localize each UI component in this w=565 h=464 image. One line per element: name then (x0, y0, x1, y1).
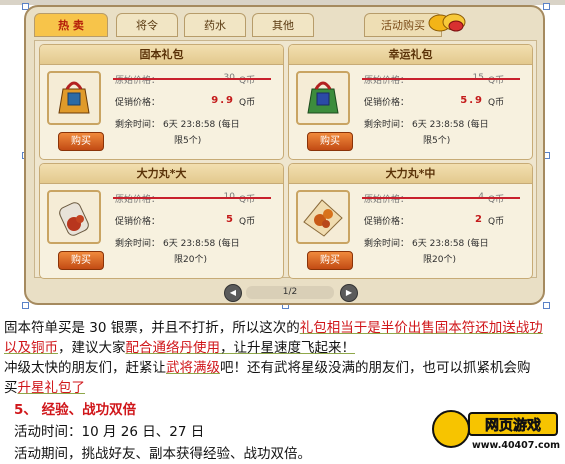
highlight-text: 以及铜币 (4, 340, 58, 356)
event-time: 活动时间：10 月 26 日、27 日 (14, 424, 205, 440)
highlight-text: 武将满级 (166, 360, 220, 376)
product-card-dalitwan-large: 大力丸*大 原始价格：10Q币 促销价格：5Q币 剩余时间：6天 23:8:58… (39, 163, 284, 279)
remaining-time: 剩余时间： 6天 23:8:58 (每日 (364, 120, 489, 130)
buy-button[interactable]: 购买 (307, 132, 353, 151)
promo-price: 促销价格： 9.9 Q币 (115, 95, 256, 108)
text-span: ，建议大家 (58, 340, 126, 356)
section-heading: 5、 经验、战功双倍 (14, 402, 137, 418)
paragraph-line-3: 冲级太快的朋友们，赶紧让武将满级吧！还有武将星级没满的朋友们，也可以抓紧机会购 (4, 358, 531, 378)
promo-price: 促销价格： 5.9 Q币 (364, 95, 505, 108)
paragraph-line-1: 固本符单买是 30 银票，并且不打折，所以这次的礼包相当于是半价出售固本符还加送… (4, 318, 543, 338)
highlight-text: 礼包相当于是半价出售固本符还加送战功 (299, 320, 543, 336)
tab-other[interactable]: 其他 (252, 13, 314, 37)
highlight-text: 配合通络丹使用 (125, 340, 221, 356)
paragraph-line-2: 以及铜币，建议大家配合通络丹使用，让升星速度飞起来！ (4, 338, 355, 358)
gift-pack-icon (296, 71, 350, 125)
text-span: 固本符单买是 30 银票，并且不打折，所以这次的 (4, 320, 300, 336)
remaining-time: 剩余时间： 6天 23:8:58 (每日 (115, 120, 240, 130)
shop-tabs: 热 卖 将令 药水 其他 活动购买 (34, 13, 537, 39)
text-span: ，让升星速度飞起来！ (220, 340, 355, 356)
product-title: 幸运礼包 (289, 45, 532, 65)
product-card-guben-pack: 固本礼包 原始价格：30Q币 促销价格：9.9Q币 剩余时间：6天 23:8:5… (39, 44, 284, 160)
pagination: ◀ 1/2 ▶ (222, 284, 362, 302)
text-span: 买 (4, 380, 18, 396)
product-card-dalitwan-medium: 大力丸*中 原始价格：4Q币 促销价格：2Q币 剩余时间：6天 23:8:58 … (288, 163, 533, 279)
original-price: 原始价格：15Q币 (362, 73, 520, 86)
page-indicator: 1/2 (246, 286, 334, 299)
logo-url: www.40407.com (472, 440, 561, 451)
purchase-limit: 限5个) (423, 136, 451, 146)
paragraph-line-4: 买升星礼包了 (4, 378, 85, 398)
product-card-lucky-pack: 幸运礼包 原始价格：15Q币 促销价格：5.9Q币 剩余时间：6天 23:8:5… (288, 44, 533, 160)
tab-hot[interactable]: 热 卖 (34, 13, 108, 37)
purchase-limit: 限5个) (174, 136, 202, 146)
pill-bottle-icon (47, 190, 101, 244)
highlight-text: 升星礼包了 (17, 380, 86, 396)
mascot-icon (432, 410, 470, 448)
event-period: 活动期间，挑战好友、副本获得经验、战功双倍。 (14, 446, 311, 462)
purchase-limit: 限20个) (174, 255, 207, 265)
remaining-time: 剩余时间： 6天 23:8:58 (每日 (364, 239, 489, 249)
purchase-limit: 限20个) (423, 255, 456, 265)
next-page-button[interactable]: ▶ (340, 284, 358, 302)
product-title: 大力丸*大 (40, 164, 283, 184)
product-title: 固本礼包 (40, 45, 283, 65)
text-span: 冲级太快的朋友们，赶紧让 (4, 360, 166, 376)
original-price: 原始价格：4Q币 (362, 192, 520, 205)
tab-potions[interactable]: 药水 (184, 13, 246, 37)
buy-button[interactable]: 购买 (58, 251, 104, 270)
remaining-time: 剩余时间： 6天 23:8:58 (每日 (115, 239, 240, 249)
original-price: 原始价格：30Q币 (113, 73, 271, 86)
resize-handle-tr[interactable] (543, 3, 550, 10)
tab-general-token[interactable]: 将令 (116, 13, 178, 37)
gold-coins-icon (428, 13, 466, 32)
site-logo: 网页游戏 www.40407.com (432, 410, 560, 462)
product-title: 大力丸*中 (289, 164, 532, 184)
shop-panel: 热 卖 将令 药水 其他 活动购买 固本礼包 原始价格：30Q币 促销价格：9.… (24, 5, 545, 305)
promo-price: 促销价格： 5 Q币 (115, 214, 256, 227)
resize-handle-bl[interactable] (22, 302, 29, 309)
promo-price: 促销价格： 2 Q币 (364, 214, 505, 227)
logo-title: 网页游戏 (468, 412, 558, 436)
buy-button[interactable]: 购买 (58, 132, 104, 151)
resize-handle-br[interactable] (543, 302, 550, 309)
product-grid: 固本礼包 原始价格：30Q币 促销价格：9.9Q币 剩余时间：6天 23:8:5… (34, 40, 537, 279)
original-price: 原始价格：10Q币 (113, 192, 271, 205)
prev-page-button[interactable]: ◀ (224, 284, 242, 302)
buy-button[interactable]: 购买 (307, 251, 353, 270)
pills-paper-icon (296, 190, 350, 244)
gift-pack-icon (47, 71, 101, 125)
text-span: 吧！还有武将星级没满的朋友们，也可以抓紧机会购 (220, 360, 531, 376)
